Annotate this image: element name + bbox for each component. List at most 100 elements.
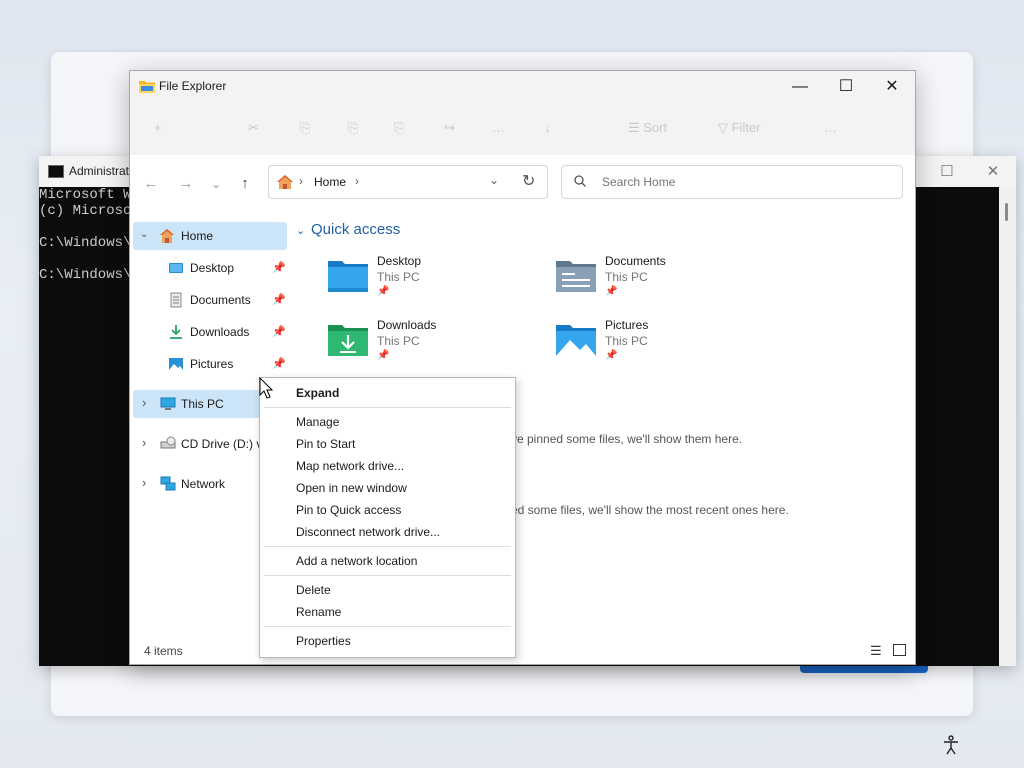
menu-item-manage[interactable]: Manage <box>264 411 511 433</box>
menu-item-disconnect-network-drive[interactable]: Disconnect network drive... <box>264 521 511 543</box>
chevron-right-icon[interactable]: › <box>142 395 146 410</box>
accessibility-icon[interactable] <box>942 735 960 755</box>
item-location: This PC <box>605 270 648 284</box>
details-view-icon[interactable]: ☰ <box>870 643 882 659</box>
menu-separator <box>264 407 511 408</box>
menu-item-properties[interactable]: Properties <box>264 630 511 652</box>
menu-item-label: Pin to Quick access <box>296 503 402 517</box>
pin-icon: 📌 <box>605 286 618 297</box>
status-bar-item-count: 4 items <box>144 644 183 658</box>
menu-item-label: Delete <box>296 583 331 597</box>
explorer-titlebar[interactable]: File Explorer — ☐ ✕ <box>130 71 915 103</box>
menu-item-rename[interactable]: Rename <box>264 601 511 623</box>
recent-empty-hint: ed some files, we'll show the most recen… <box>511 503 789 517</box>
chevron-down-icon[interactable]: ⌄ <box>296 224 305 237</box>
search-icon <box>574 175 586 187</box>
pin-icon: 📌 <box>377 286 390 297</box>
quick-access-item-pictures[interactable]: Pictures This PC 📌 <box>555 318 775 372</box>
sidebar-item-label: Downloads <box>190 325 250 339</box>
navigation-bar: ← → ⌄ ↑ › Home › ⌄ ↻ <box>130 155 915 209</box>
item-name: Pictures <box>605 318 649 332</box>
quick-access-item-documents[interactable]: Documents This PC 📌 <box>555 254 775 308</box>
documents-folder-icon <box>170 292 182 308</box>
menu-item-expand[interactable]: Expand <box>264 382 511 404</box>
cmd-title: Administrat <box>69 164 130 178</box>
pictures-icon <box>169 358 183 370</box>
sidebar-item-label: Home <box>181 229 214 243</box>
chevron-right-icon[interactable]: › <box>142 475 146 490</box>
chevron-down-icon[interactable]: ⌄ <box>140 229 148 240</box>
back-button[interactable]: ← <box>140 173 162 195</box>
address-bar[interactable]: › Home › ⌄ ↻ <box>268 165 548 199</box>
sort-button[interactable]: ☰ Sort <box>628 120 667 136</box>
share-icon[interactable]: ↪ <box>444 120 455 136</box>
menu-item-label: Disconnect network drive... <box>296 525 441 539</box>
breadcrumb-home[interactable]: Home <box>314 175 346 189</box>
menu-item-open-in-new-window[interactable]: Open in new window <box>264 477 511 499</box>
sidebar-item-desktop[interactable]: Desktop 📌 <box>133 254 287 282</box>
favorites-empty-hint: ve pinned some files, we'll show them he… <box>511 432 743 446</box>
pin-icon: 📌 <box>272 262 286 274</box>
pin-icon: 📌 <box>605 350 618 361</box>
sidebar-item-pictures[interactable]: Pictures 📌 <box>133 350 287 378</box>
menu-item-label: Pin to Start <box>296 437 356 451</box>
cmd-scrollbar[interactable] <box>999 187 1016 666</box>
cmd-close-button[interactable]: ✕ <box>970 156 1016 187</box>
up-button[interactable]: ↑ <box>234 173 256 195</box>
menu-item-label: Properties <box>296 634 351 648</box>
cut-icon[interactable]: ✂ <box>248 120 259 136</box>
address-dropdown-icon[interactable]: ⌄ <box>489 173 499 187</box>
home-icon <box>277 175 293 189</box>
sidebar-item-label: This PC <box>181 397 224 411</box>
chevron-right-icon[interactable]: › <box>142 435 146 450</box>
folder-icon <box>139 81 155 93</box>
breadcrumb-separator[interactable]: › <box>355 174 359 188</box>
menu-item-delete[interactable]: Delete <box>264 579 511 601</box>
file-explorer-window: File Explorer — ☐ ✕ + ✂ ⎘ ⎘ ⎘ ↪ … ↓ ☰ So… <box>129 70 916 665</box>
cmd-scrollbar-thumb[interactable] <box>1005 203 1008 221</box>
computer-icon <box>160 397 176 410</box>
quick-access-heading[interactable]: Quick access <box>311 221 400 238</box>
sidebar-item-downloads[interactable]: Downloads 📌 <box>133 318 287 346</box>
maximize-button[interactable]: ☐ <box>823 71 869 103</box>
sidebar-item-home[interactable]: ⌄ Home <box>133 222 287 250</box>
pin-icon: 📌 <box>377 350 390 361</box>
menu-item-pin-to-quick-access[interactable]: Pin to Quick access <box>264 499 511 521</box>
item-name: Desktop <box>377 254 422 268</box>
tiles-view-icon[interactable] <box>893 644 906 656</box>
rename-icon[interactable]: ⎘ <box>394 120 404 136</box>
sidebar-item-documents[interactable]: Documents 📌 <box>133 286 287 314</box>
delete-icon[interactable]: ↓ <box>544 120 551 135</box>
menu-item-label: Rename <box>296 605 342 619</box>
downloads-folder-icon <box>328 325 368 356</box>
menu-item-add-network-location[interactable]: Add a network location <box>264 550 511 572</box>
see-more-icon[interactable]: … <box>824 120 837 135</box>
quick-access-item-downloads[interactable]: Downloads This PC 📌 <box>327 318 547 372</box>
menu-item-map-network-drive[interactable]: Map network drive... <box>264 455 511 477</box>
copy-icon[interactable]: ⎘ <box>300 120 310 136</box>
desktop-folder-icon <box>328 261 368 292</box>
minimize-button[interactable]: — <box>777 71 823 103</box>
recent-locations-button[interactable]: ⌄ <box>205 173 227 195</box>
menu-item-label: Open in new window <box>296 481 407 495</box>
pictures-folder-icon <box>556 325 596 356</box>
cmd-maximize-button[interactable]: ☐ <box>924 156 970 187</box>
refresh-icon[interactable]: ↻ <box>522 171 535 191</box>
filter-button[interactable]: ▽ Filter <box>718 120 761 136</box>
sidebar-item-label: Network <box>181 477 226 491</box>
desktop-folder-icon <box>169 263 183 273</box>
forward-button[interactable]: → <box>175 173 197 195</box>
item-name: Documents <box>605 254 666 268</box>
menu-item-label: Add a network location <box>296 554 418 568</box>
paste-icon[interactable]: ⎘ <box>348 120 358 136</box>
new-icon[interactable]: + <box>154 120 162 135</box>
search-box[interactable] <box>561 165 903 199</box>
search-input[interactable] <box>602 175 882 189</box>
home-icon <box>160 229 174 243</box>
more-icon[interactable]: … <box>492 120 505 135</box>
item-name: Downloads <box>377 318 437 332</box>
cmd-app-icon <box>48 165 64 178</box>
close-button[interactable]: ✕ <box>869 71 915 103</box>
quick-access-item-desktop[interactable]: Desktop This PC 📌 <box>327 254 547 308</box>
menu-item-pin-to-start[interactable]: Pin to Start <box>264 433 511 455</box>
